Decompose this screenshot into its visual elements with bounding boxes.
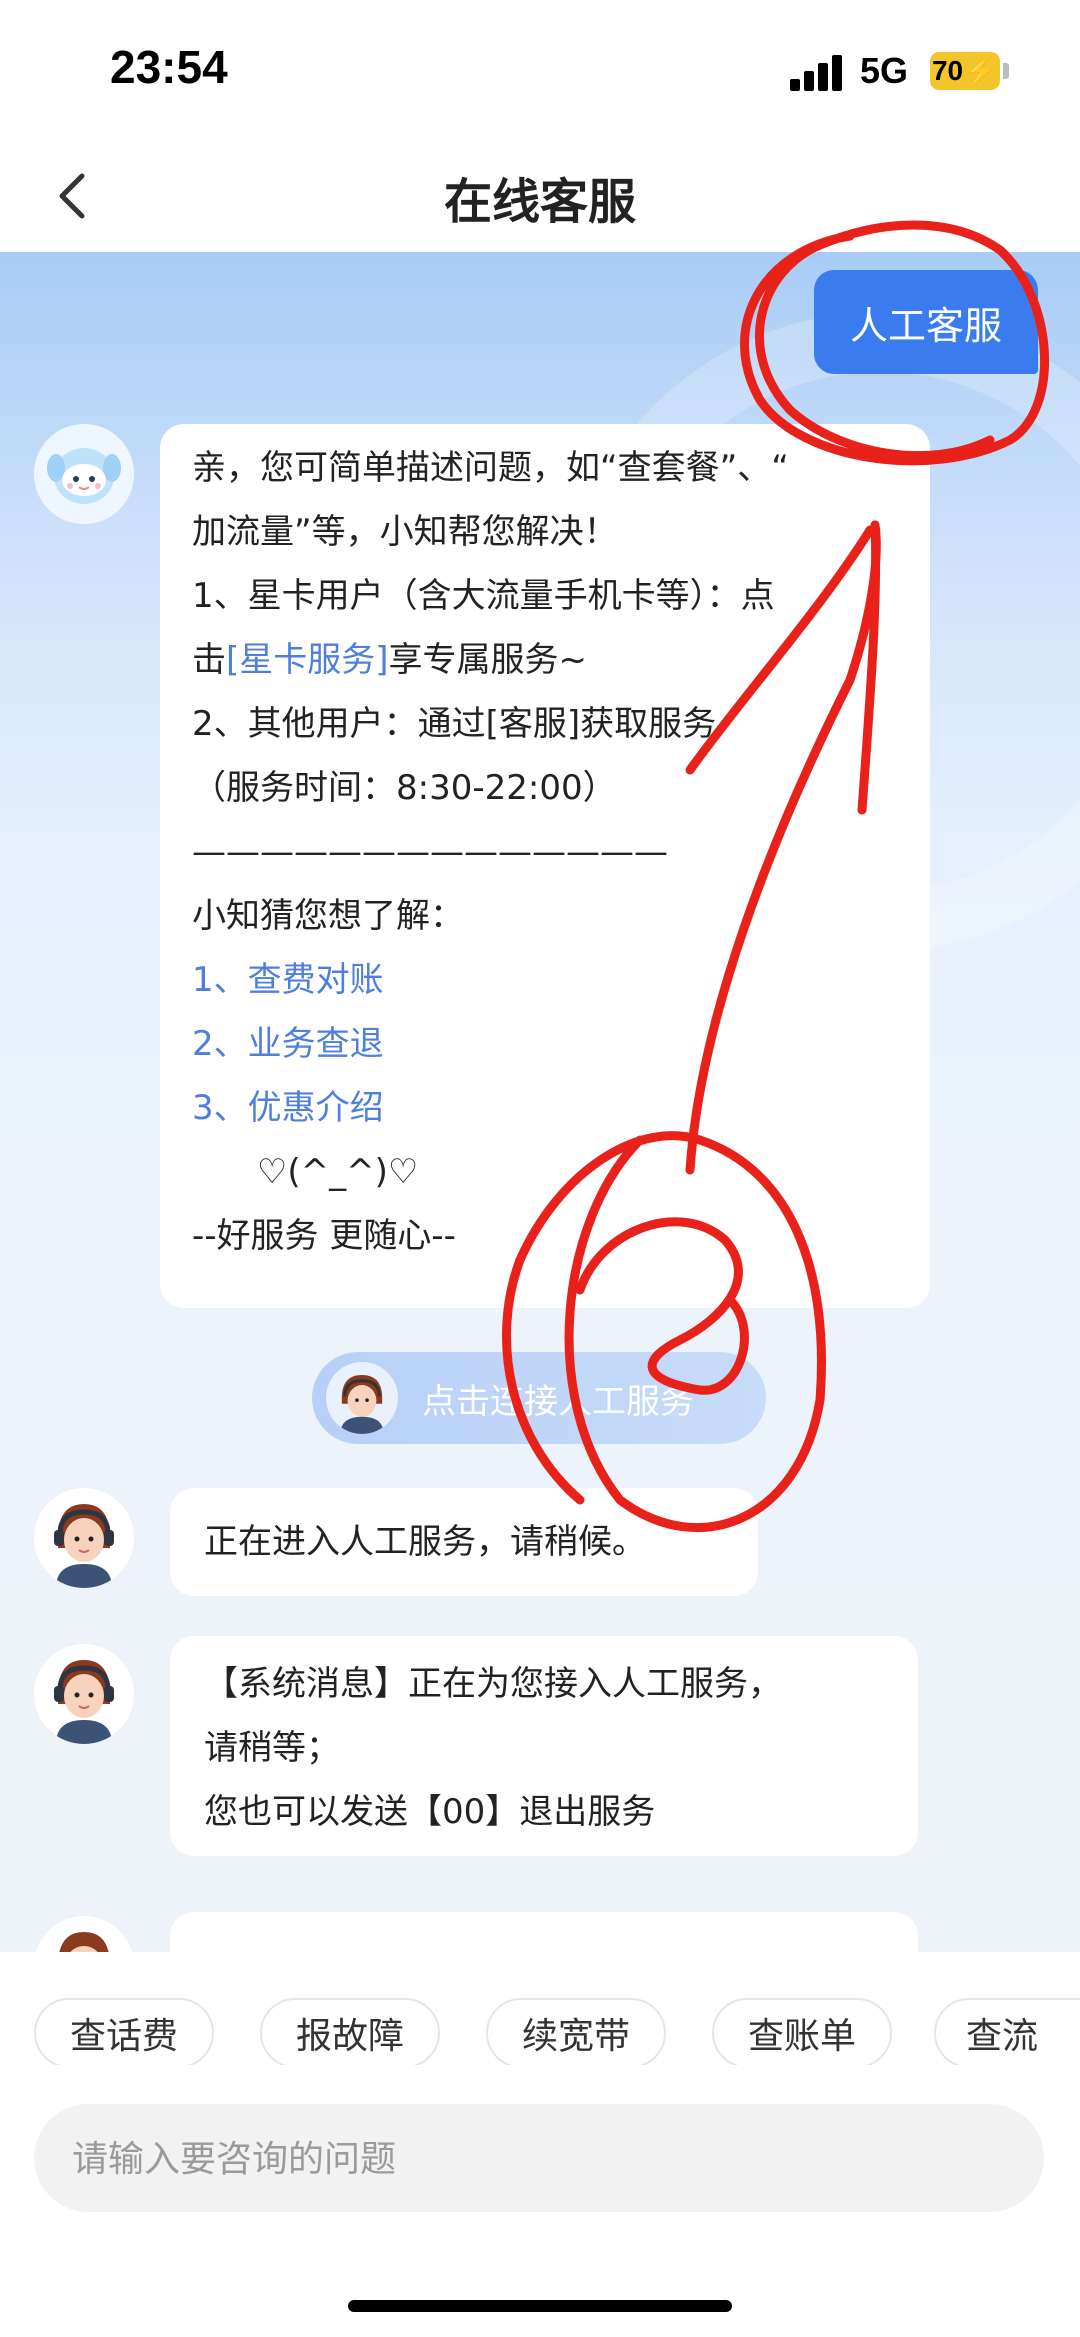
cellular-signal-icon: [790, 55, 850, 91]
connect-human-text: 点击连接人工服务: [422, 1382, 694, 1422]
agent-avatar: [34, 1644, 134, 1744]
star-suffix: 享专属服务~: [388, 640, 588, 680]
star-card-service-link[interactable]: [星卡服务]: [226, 640, 389, 680]
status-time: 23:54: [110, 41, 228, 93]
bot-line-4: 击[星卡服务]享专属服务~: [192, 628, 898, 692]
suggestion-business[interactable]: 2、业务查退: [192, 1012, 898, 1076]
battery-cap: [1003, 63, 1009, 79]
nav-bar: 在线客服: [0, 140, 1080, 252]
quick-reply-chip[interactable]: 查话费: [34, 1998, 214, 2065]
bot-line-6: （服务时间：8:30-22:00）: [192, 768, 617, 808]
bot-avatar: [34, 424, 134, 524]
suggestion-discount[interactable]: 3、优惠介绍: [192, 1076, 898, 1140]
agent-message-line: 请稍等；: [204, 1728, 340, 1768]
human-service-button[interactable]: 人工客服: [814, 270, 1038, 374]
agent-avatar: [34, 1916, 134, 1952]
status-bar: 23:54 5G 70 ⚡: [0, 0, 1080, 140]
star-prefix: 击: [192, 640, 226, 680]
agent-message-bubble-partial: [170, 1912, 918, 1952]
battery-icon: 70 ⚡: [930, 52, 1000, 90]
bot-line-3: 1、星卡用户（含大流量手机卡等）：点: [192, 576, 775, 616]
bot-line-5: 2、其他用户：通过[客服]获取服务: [192, 704, 717, 744]
bot-line-emoticon: ♡(^_^)♡: [192, 1152, 419, 1192]
page-title: 在线客服: [443, 174, 636, 230]
agent-message-line: 正在进入人工服务，请稍候。: [204, 1522, 646, 1562]
bot-line-1: 亲，您可简单描述问题，如“查套餐”、“: [192, 448, 789, 488]
customer-service-agent-icon: [34, 1488, 134, 1588]
robot-mascot-icon: [34, 424, 134, 524]
chat-area[interactable]: 人工客服 亲，您可简单描述问题，如“查套餐”、“ 加流量”等，小知帮您解决！ 1…: [0, 252, 1080, 1952]
quick-reply-chip[interactable]: 续宽带: [486, 1998, 666, 2065]
agent-message-line: 【系统消息】正在为您接入人工服务，: [204, 1664, 782, 1704]
divider-line: ——————————————: [192, 832, 668, 872]
agent-avatar: [34, 1488, 134, 1588]
quick-reply-bar[interactable]: 查话费 报故障 续宽带 查账单 查流: [0, 1970, 1080, 2065]
agent-message-bubble: 【系统消息】正在为您接入人工服务， 请稍等； 您也可以发送【00】退出服务: [170, 1636, 918, 1856]
network-type: 5G: [860, 50, 909, 91]
quick-reply-chip[interactable]: 查流: [934, 1998, 1080, 2065]
bot-line-guess: 小知猜您想了解：: [192, 896, 464, 936]
bot-line-2: 加流量”等，小知帮您解决！: [192, 512, 618, 552]
agent-message-bubble: 正在进入人工服务，请稍候。: [170, 1488, 758, 1596]
agent-message-line: 您也可以发送【00】退出服务: [204, 1792, 656, 1832]
agent-avatar-small: [326, 1362, 398, 1434]
agent-icon: [326, 1362, 398, 1434]
message-input[interactable]: [70, 2104, 974, 2214]
bot-welcome-bubble: 亲，您可简单描述问题，如“查套餐”、“ 加流量”等，小知帮您解决！ 1、星卡用户…: [160, 424, 930, 1308]
quick-reply-chip[interactable]: 查账单: [712, 1998, 892, 2065]
suggestion-billing[interactable]: 1、查费对账: [192, 948, 898, 1012]
quick-reply-chip[interactable]: 报故障: [260, 1998, 440, 2065]
customer-service-agent-icon: [36, 1916, 132, 1952]
customer-service-agent-icon: [34, 1644, 134, 1744]
connect-human-pill[interactable]: 点击连接人工服务: [312, 1352, 766, 1444]
message-input-box[interactable]: [34, 2104, 1044, 2214]
home-indicator: [348, 2300, 732, 2312]
bot-line-slogan: --好服务 更随心--: [192, 1216, 456, 1256]
battery-level: 70: [931, 55, 964, 86]
